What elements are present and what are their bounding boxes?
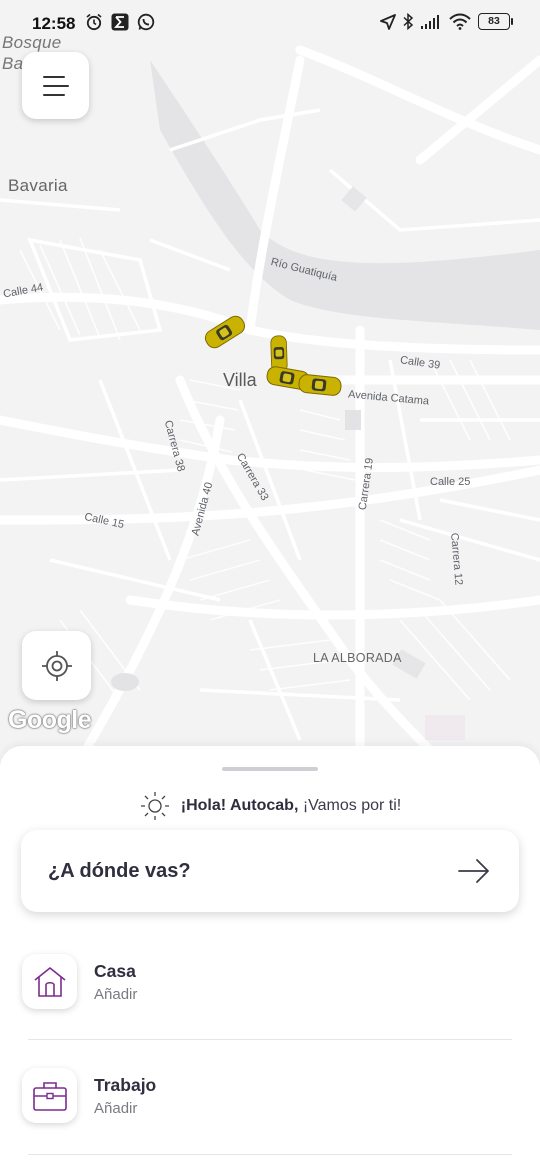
map-label-calle25: Calle 25 <box>430 476 471 488</box>
whatsapp-icon <box>137 13 155 31</box>
place-subtitle: Añadir <box>94 986 138 1003</box>
divider <box>28 1039 512 1040</box>
sheet-drag-handle[interactable] <box>222 767 318 771</box>
place-title: Casa <box>94 961 136 981</box>
arrow-right-icon <box>458 859 489 883</box>
home-icon <box>34 966 65 997</box>
location-arrow-icon <box>380 13 396 30</box>
alarm-icon <box>86 13 102 31</box>
sun-icon <box>140 792 169 820</box>
destination-prompt: ¿A dónde vas? <box>48 860 191 882</box>
place-subtitle: Añadir <box>94 1100 138 1117</box>
place-title: Trabajo <box>94 1075 157 1095</box>
bluetooth-icon <box>403 13 413 30</box>
map-label-villa: Villa <box>223 370 257 390</box>
hamburger-menu-icon <box>42 75 69 96</box>
bottom-sheet: ¡Hola! Autocab, ¡Vamos por ti! ¿A dónde … <box>0 746 540 1170</box>
battery-indicator: 83 <box>478 13 513 30</box>
crosshair-location-icon <box>41 650 72 681</box>
saved-place-home[interactable]: Casa Añadir <box>22 954 522 1014</box>
briefcase-icon <box>32 1081 67 1111</box>
saved-place-work[interactable]: Trabajo Añadir <box>22 1068 522 1128</box>
map-label-ba: Ba <box>2 54 24 73</box>
google-attribution: Google <box>8 706 92 734</box>
divider <box>28 1154 512 1155</box>
status-time: 12:58 <box>32 14 76 33</box>
my-location-button[interactable] <box>22 631 91 700</box>
greeting-name: ¡Hola! Autocab, <box>180 797 299 814</box>
menu-button[interactable] <box>22 52 89 119</box>
map-label-la-alborada: LA ALBORADA <box>313 651 402 665</box>
greeting-message: ¡Vamos por ti! <box>298 797 402 814</box>
taxi-car-icon <box>298 374 342 396</box>
sigma-app-icon <box>111 13 129 31</box>
destination-search-button[interactable]: ¿A dónde vas? <box>21 830 519 912</box>
greeting: ¡Hola! Autocab, ¡Vamos por ti! <box>0 790 540 822</box>
signal-icon <box>421 14 439 29</box>
map-label-bavaria: Bavaria <box>8 176 68 195</box>
wifi-icon <box>449 13 471 30</box>
status-bar: 12:58 83 <box>0 0 540 48</box>
